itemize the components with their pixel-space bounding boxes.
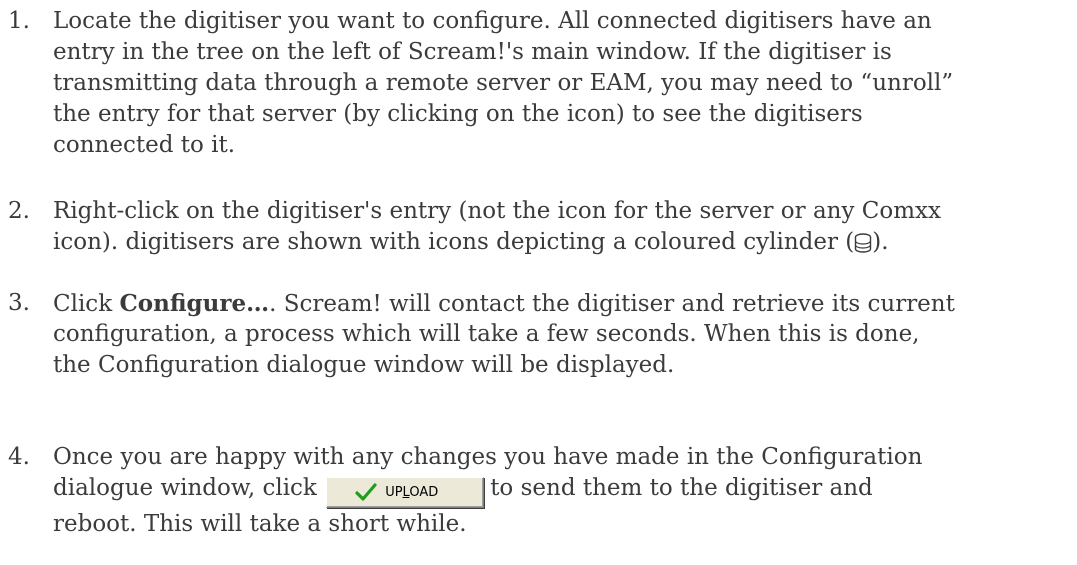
step-text: Once you are happy with any changes you … (53, 442, 1073, 540)
step-text: Locate the digitiser you want to configu… (53, 6, 1073, 161)
upload-button-label: UPLOAD (385, 477, 438, 508)
instructions-document: 1. Locate the digitiser you want to conf… (0, 0, 1077, 565)
step-line: the Configuration dialogue window will b… (53, 352, 675, 378)
step-text-fragment: to send them to the digitiser and (490, 475, 873, 501)
step-text-fragment: . Scream! will contact the digitiser and… (269, 291, 955, 317)
step-text-fragment: icon). digitisers are shown with icons d… (53, 229, 855, 255)
step-line: reboot. This will take a short while. (53, 511, 467, 537)
step-text-fragment: ). (872, 229, 889, 255)
step-line: Right-click on the digitiser's entry (no… (53, 198, 941, 224)
checkmark-icon (355, 483, 377, 501)
step-line: dialogue window, click UPLOAD to send the… (53, 473, 1073, 509)
step-line: connected to it. (53, 132, 236, 158)
step-text: Click Configure…. Scream! will contact t… (53, 288, 1073, 381)
cylinder-icon (854, 231, 872, 253)
upload-label-part: OAD (409, 484, 439, 500)
upload-label-part: UP (385, 484, 403, 500)
step-text: Right-click on the digitiser's entry (no… (53, 196, 1073, 258)
step-line: entry in the tree on the left of Scream!… (53, 39, 892, 65)
step-line: transmitting data through a remote serve… (53, 70, 954, 96)
step-line: icon). digitisers are shown with icons d… (53, 227, 1073, 258)
step-line: Locate the digitiser you want to configu… (53, 8, 932, 34)
step-line: Click Configure…. Scream! will contact t… (53, 288, 1073, 319)
step-number: 3. (8, 290, 30, 316)
upload-button[interactable]: UPLOAD (326, 476, 485, 508)
step-number: 4. (8, 444, 30, 470)
configure-command: Configure… (119, 290, 270, 317)
step-line: Once you are happy with any changes you … (53, 444, 923, 470)
step-number: 1. (8, 8, 30, 34)
step-line: configuration, a process which will take… (53, 321, 920, 347)
step-number: 2. (8, 198, 30, 224)
step-text-fragment: Click (53, 291, 120, 317)
step-line: the entry for that server (by clicking o… (53, 101, 863, 127)
step-text-fragment: dialogue window, click (53, 475, 325, 501)
